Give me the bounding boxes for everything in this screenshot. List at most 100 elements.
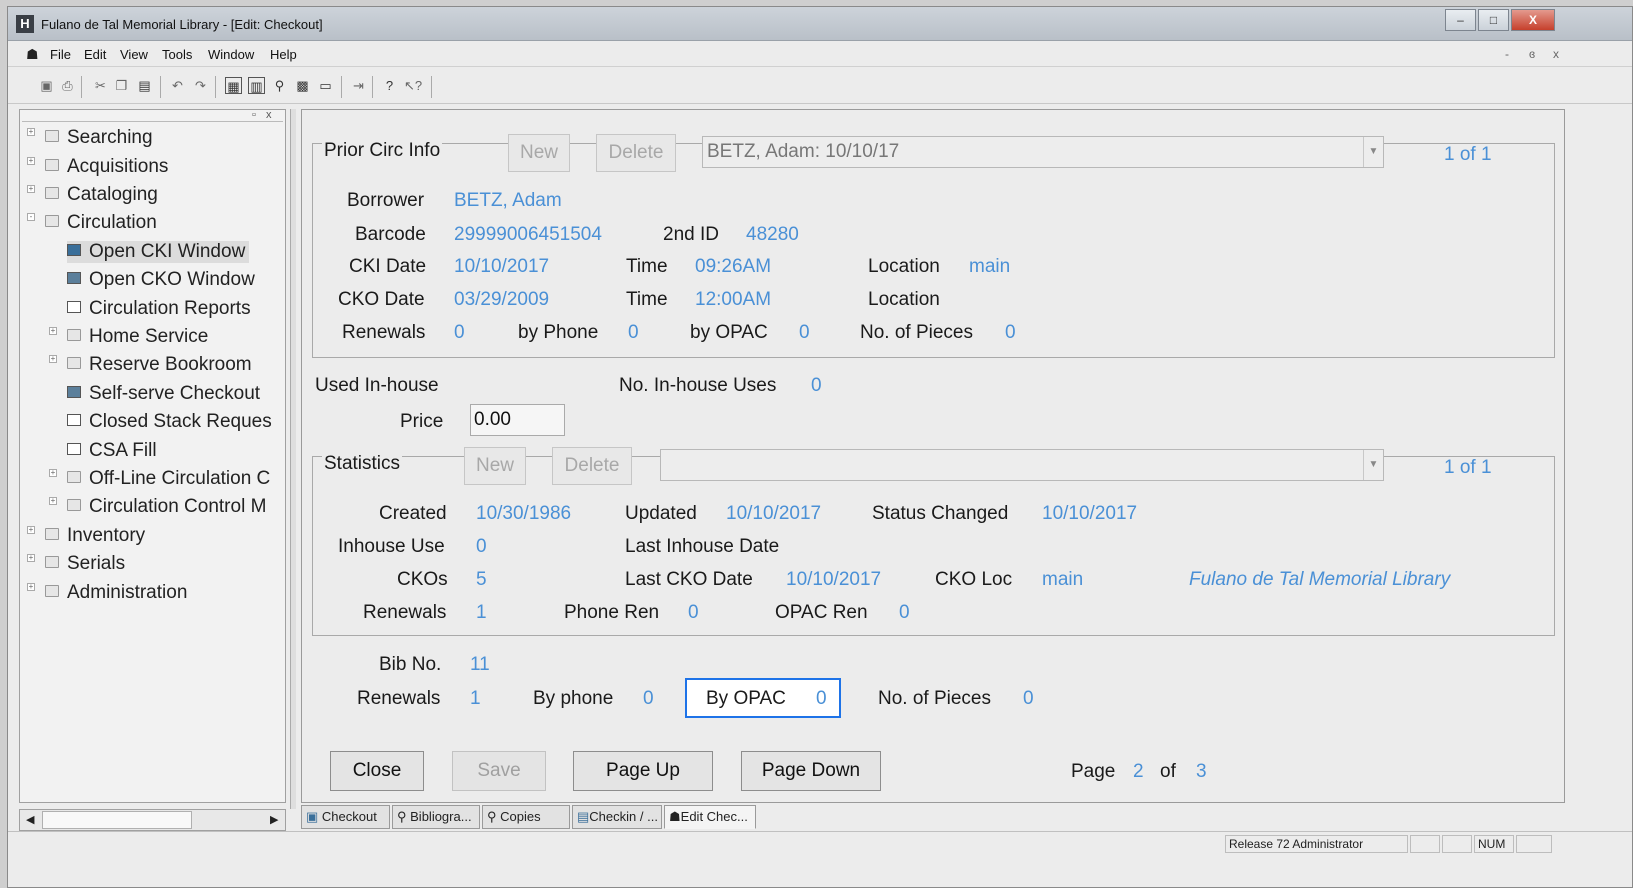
statistics-select[interactable]: ▼ (660, 449, 1384, 481)
expand-icon[interactable]: + (27, 157, 35, 165)
panel-splitter[interactable] (290, 109, 296, 809)
cki-location-value: main (969, 256, 1011, 277)
tree-item-home-service[interactable]: Home Service (67, 326, 208, 348)
page-down-button[interactable]: Page Down (741, 751, 881, 791)
print-icon[interactable]: ⎙ (59, 77, 76, 94)
tree-item-offline-circulation[interactable]: Off-Line Circulation C (67, 468, 270, 490)
by-opac-field-focused[interactable]: By OPAC 0 (685, 678, 841, 718)
open-folder-icon (45, 215, 59, 227)
tree-item-closed-stack-requests[interactable]: Closed Stack Reques (67, 411, 272, 433)
tree-item-searching[interactable]: Searching (45, 127, 153, 149)
mdi-minimize-button[interactable]: - (1505, 47, 1509, 61)
minimize-button[interactable]: – (1445, 9, 1476, 31)
expand-icon[interactable]: + (27, 583, 35, 591)
chevron-down-icon[interactable]: ▼ (1363, 137, 1383, 167)
expand-icon[interactable]: + (27, 185, 35, 193)
scrollbar-thumb[interactable] (42, 811, 192, 829)
copy-icon[interactable]: ❐ (113, 77, 130, 94)
mdi-child-icon[interactable]: ☗ (26, 46, 39, 63)
export-icon[interactable]: ⇥ (350, 77, 367, 94)
mdi-close-button[interactable]: x (1553, 47, 1559, 61)
statistics-new-button[interactable]: New (464, 447, 526, 485)
price-label: Price (400, 411, 444, 432)
menu-help[interactable]: Help (270, 47, 297, 62)
tree-item-reserve-bookroom[interactable]: Reserve Bookroom (67, 354, 252, 376)
tab-bibliographic[interactable]: ⚲ Bibliogra... (392, 805, 480, 829)
pieces-label: No. of Pieces (860, 322, 973, 343)
tree-item-open-cko-window[interactable]: Open CKO Window (67, 269, 255, 291)
tree-item-csa-fill[interactable]: CSA Fill (67, 440, 157, 462)
chevron-down-icon[interactable]: ▼ (1363, 450, 1383, 480)
save-icon[interactable]: ▣ (38, 77, 55, 94)
checkout-icon (67, 272, 81, 284)
expand-icon[interactable]: + (49, 497, 57, 505)
collapse-icon[interactable]: - (27, 213, 35, 221)
close-button[interactable]: Close (330, 751, 424, 791)
menu-view[interactable]: View (120, 47, 148, 62)
scroll-right-icon[interactable]: ▶ (270, 813, 278, 826)
renewals-label: Renewals (342, 322, 426, 343)
tree-item-circulation-control[interactable]: Circulation Control M (67, 496, 266, 518)
tree-item-inventory[interactable]: Inventory (45, 525, 145, 547)
inhouse-use-label: Inhouse Use (338, 536, 445, 557)
by-opac-label: by OPAC (690, 322, 768, 343)
expand-icon[interactable]: + (27, 128, 35, 136)
save-button[interactable]: Save (452, 751, 546, 791)
inhouse-uses-label: No. In-house Uses (619, 375, 777, 396)
panel-close-icon[interactable]: x (266, 109, 272, 121)
prior-circ-delete-button[interactable]: Delete (596, 134, 676, 172)
mdi-restore-button[interactable]: ɞ (1529, 47, 1535, 61)
layout-icon[interactable]: ▦ (225, 77, 242, 94)
context-help-icon[interactable]: ↖? (404, 77, 422, 94)
expand-icon[interactable]: + (49, 327, 57, 335)
maximize-button[interactable]: □ (1478, 9, 1509, 31)
undo-icon[interactable]: ↶ (169, 77, 186, 94)
tree-item-circulation[interactable]: Circulation (45, 212, 157, 234)
menu-tools[interactable]: Tools (162, 47, 192, 62)
close-window-button[interactable]: X (1511, 9, 1555, 31)
prior-circ-new-button[interactable]: New (508, 134, 570, 172)
tree-item-cataloging[interactable]: Cataloging (45, 184, 158, 206)
tree-item-acquisitions[interactable]: Acquisitions (45, 156, 168, 178)
tree-item-circulation-reports[interactable]: Circulation Reports (67, 298, 251, 320)
tree-item-self-serve-checkout[interactable]: Self-serve Checkout (67, 383, 260, 405)
expand-icon[interactable]: + (27, 526, 35, 534)
tab-edit-checkout[interactable]: ☗Edit Chec... (664, 805, 756, 829)
title-bar[interactable]: H Fulano de Tal Memorial Library - [Edit… (8, 7, 1632, 41)
scroll-left-icon[interactable]: ◀ (26, 813, 34, 826)
search-icon: ⚲ (397, 809, 411, 824)
expand-icon[interactable]: + (27, 554, 35, 562)
help-icon[interactable]: ? (381, 77, 398, 94)
form-icon[interactable]: ▭ (317, 77, 334, 94)
menu-window[interactable]: Window (208, 47, 254, 62)
tab-checkout[interactable]: ▣ Checkout (301, 805, 390, 829)
tree-horizontal-scrollbar[interactable]: ◀ ▶ (19, 809, 286, 831)
price-input[interactable]: 0.00 (470, 404, 565, 436)
tree-item-serials[interactable]: Serials (45, 553, 125, 575)
expand-icon[interactable]: + (49, 469, 57, 477)
menu-file[interactable]: File (50, 47, 71, 62)
redo-icon[interactable]: ↷ (192, 77, 209, 94)
binoculars-icon[interactable]: ⚲ (271, 77, 288, 94)
reports-icon[interactable]: ▩ (294, 77, 311, 94)
folder-icon (45, 159, 59, 171)
page-up-button[interactable]: Page Up (573, 751, 713, 791)
navigation-tree[interactable]: ▫ x + Searching + Acquisitions + Catalog… (19, 109, 286, 803)
borrower-value[interactable]: BETZ, Adam (454, 190, 562, 212)
statistics-delete-button[interactable]: Delete (552, 447, 632, 485)
menu-edit[interactable]: Edit (84, 47, 106, 62)
panel-icon[interactable]: ▥ (248, 77, 265, 94)
paste-icon[interactable]: ▤ (136, 77, 153, 94)
status-panel (1410, 835, 1440, 853)
prior-circ-select[interactable]: BETZ, Adam: 10/10/17 ▼ (702, 136, 1384, 168)
panel-pin-icon[interactable]: ▫ (252, 109, 256, 121)
expand-icon[interactable]: + (49, 355, 57, 363)
edit-checkout-icon: ☗ (669, 809, 681, 824)
cko-date-value: 03/29/2009 (454, 289, 550, 310)
tree-item-open-cki-window[interactable]: Open CKI Window (67, 241, 250, 263)
tab-copies[interactable]: ⚲ Copies (482, 805, 570, 829)
used-inhouse-label: Used In-house (315, 375, 439, 396)
cut-icon[interactable]: ✂ (92, 77, 109, 94)
tree-item-administration[interactable]: Administration (45, 582, 187, 604)
tab-checkin[interactable]: ▤Checkin / ... (572, 805, 662, 829)
